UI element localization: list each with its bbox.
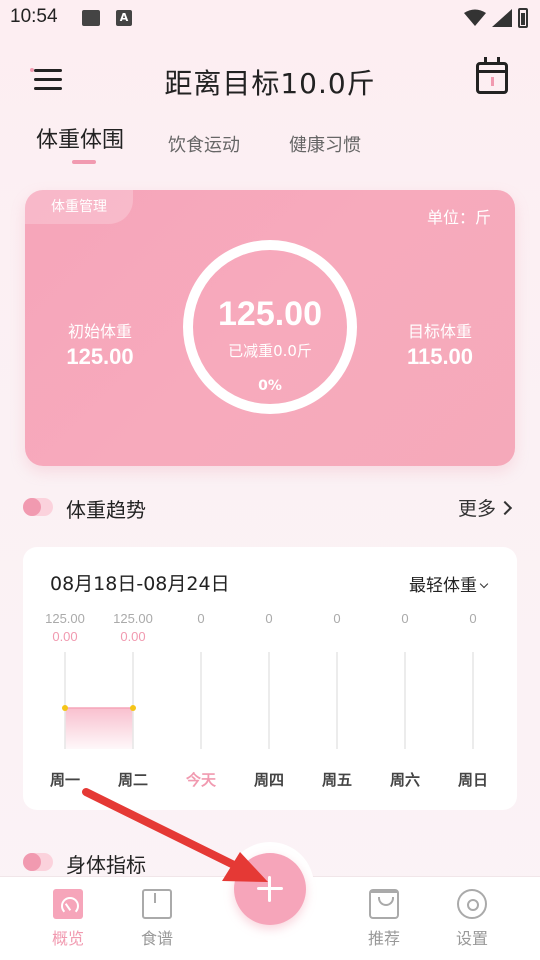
chart-value-label: 0 [401, 611, 408, 626]
chart-x-label: 今天 [185, 771, 217, 789]
page-title: 距离目标10.0斤 [164, 67, 376, 100]
initial-weight-value: 125.00 [66, 344, 134, 369]
weight-lost: 已减重0.0斤 [228, 342, 312, 360]
weight-chart-card: 08月18日-08月24日 最轻体重 125.00 0.00 周一 125.00 0.0… [23, 547, 517, 810]
nav-label: 食谱 [140, 929, 173, 948]
chart-point [62, 705, 68, 711]
overview-icon [53, 889, 83, 919]
weight-trend-header: 体重趋势 更多 [0, 490, 540, 526]
chart-x-label: 周一 [50, 771, 80, 789]
status-time: 10:54 [10, 6, 58, 27]
tab-health-habits[interactable]: 健康习惯 [289, 131, 361, 157]
target-weight-label: 目标体重 [407, 322, 472, 341]
chart-area [65, 708, 133, 749]
nav-label: 推荐 [367, 929, 400, 948]
text-notification-icon: A [116, 10, 132, 26]
chart-value-label: 0 [197, 611, 204, 626]
nav-recommend[interactable]: 推荐 [354, 889, 414, 949]
tab-bar: 体重体围 饮食运动 健康习惯 [0, 122, 540, 170]
chevron-right-icon [497, 500, 513, 516]
card-tag: 体重管理 [25, 190, 133, 224]
weight-trend-title: 体重趋势 [66, 498, 146, 522]
chart-value-label: 0 [469, 611, 476, 626]
wifi-icon [464, 9, 486, 26]
tab-weight-measure[interactable]: 体重体围 [36, 122, 124, 154]
chart-x-label: 周五 [322, 771, 352, 789]
chart-value-label: 125.00 [45, 611, 85, 626]
initial-weight-block: 初始体重 125.00 [25, 318, 175, 370]
chart-x-label: 周四 [254, 771, 284, 789]
unit-label: 单位：斤 [426, 208, 491, 227]
more-label: 更多 [457, 498, 496, 520]
nav-settings[interactable]: 设置 [442, 889, 502, 949]
chart-value-label: 125.00 [113, 611, 153, 626]
nav-overview[interactable]: 概览 [38, 889, 98, 949]
chart-x-label: 周二 [118, 771, 148, 789]
nav-recipes[interactable]: 食谱 [127, 889, 187, 949]
chart-value-label: 0 [333, 611, 340, 626]
section-dot-icon [23, 498, 53, 516]
progress-percent: 0% [258, 378, 282, 394]
battery-icon [518, 8, 528, 28]
shopping-bag-icon [369, 889, 399, 919]
initial-weight-label: 初始体重 [67, 322, 132, 341]
status-bar: 10:54 A [0, 0, 540, 36]
app-header: 距离目标10.0斤 [0, 50, 540, 110]
signal-icon [492, 9, 512, 27]
weight-trend-chart: 125.00 0.00 周一 125.00 0.00 周二 0 今天 0 周四 0 周五 0 周六 0 周日 [45, 611, 488, 789]
chart-change-label: 0.00 [120, 629, 145, 644]
chart-x-label: 周日 [458, 771, 488, 789]
more-button[interactable]: 更多 [457, 494, 513, 521]
image-notification-icon [82, 10, 100, 26]
current-weight: 125.00 [218, 295, 322, 333]
target-weight-block: 目标体重 115.00 [365, 318, 515, 370]
section-dot-icon [23, 853, 53, 871]
status-icons [464, 8, 528, 28]
add-record-button[interactable] [234, 853, 306, 925]
nav-label: 设置 [455, 929, 488, 948]
nav-label: 概览 [51, 929, 84, 948]
chart-point [130, 705, 136, 711]
progress-ring: 125.00 已减重0.0斤 0% [183, 240, 357, 414]
chart-x-label: 周六 [390, 771, 420, 789]
target-weight-value: 115.00 [406, 344, 474, 369]
gear-icon [457, 889, 487, 919]
weight-management-card[interactable]: 体重管理 单位：斤 初始体重 125.00 125.00 已减重0.0斤 0% … [25, 190, 515, 466]
tab-active-indicator [72, 160, 96, 164]
chart-value-label: 0 [265, 611, 272, 626]
body-index-title: 身体指标 [66, 853, 146, 877]
calendar-icon[interactable] [476, 57, 508, 94]
recipe-book-icon [142, 889, 172, 919]
tab-diet-exercise[interactable]: 饮食运动 [168, 131, 240, 157]
chart-change-label: 0.00 [52, 629, 77, 644]
